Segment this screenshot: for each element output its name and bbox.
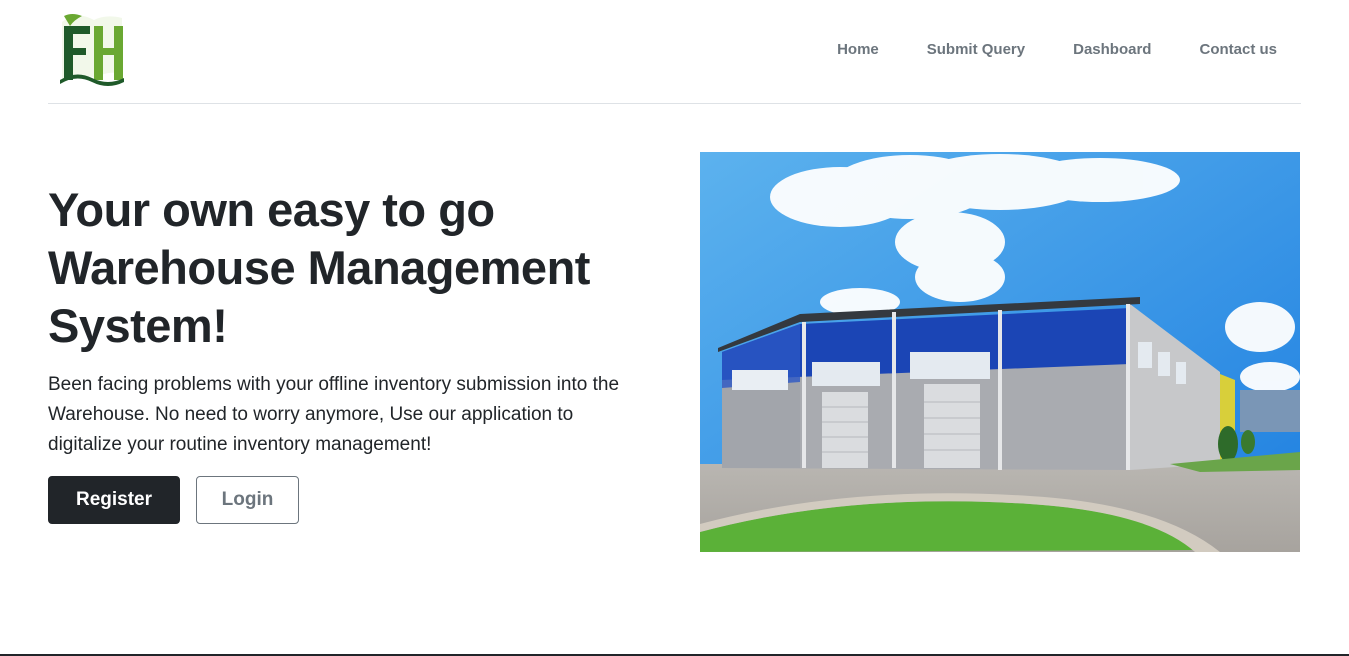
nav-contact-us[interactable]: Contact us	[1175, 38, 1301, 62]
nav-dashboard[interactable]: Dashboard	[1049, 38, 1175, 62]
site-header: Home Submit Query Dashboard Contact us	[48, 0, 1301, 104]
nav-home[interactable]: Home	[813, 38, 903, 62]
nav-submit-query[interactable]: Submit Query	[903, 38, 1049, 62]
main-nav: Home Submit Query Dashboard Contact us	[813, 38, 1301, 62]
hero-title: Your own easy to go Warehouse Management…	[48, 183, 590, 352]
warehouse-image	[700, 152, 1300, 552]
fh-logo[interactable]	[56, 12, 126, 86]
login-button[interactable]: Login	[196, 476, 299, 524]
register-button[interactable]: Register	[48, 476, 180, 524]
hero-lead-text: Been facing problems with your offline i…	[48, 374, 620, 455]
